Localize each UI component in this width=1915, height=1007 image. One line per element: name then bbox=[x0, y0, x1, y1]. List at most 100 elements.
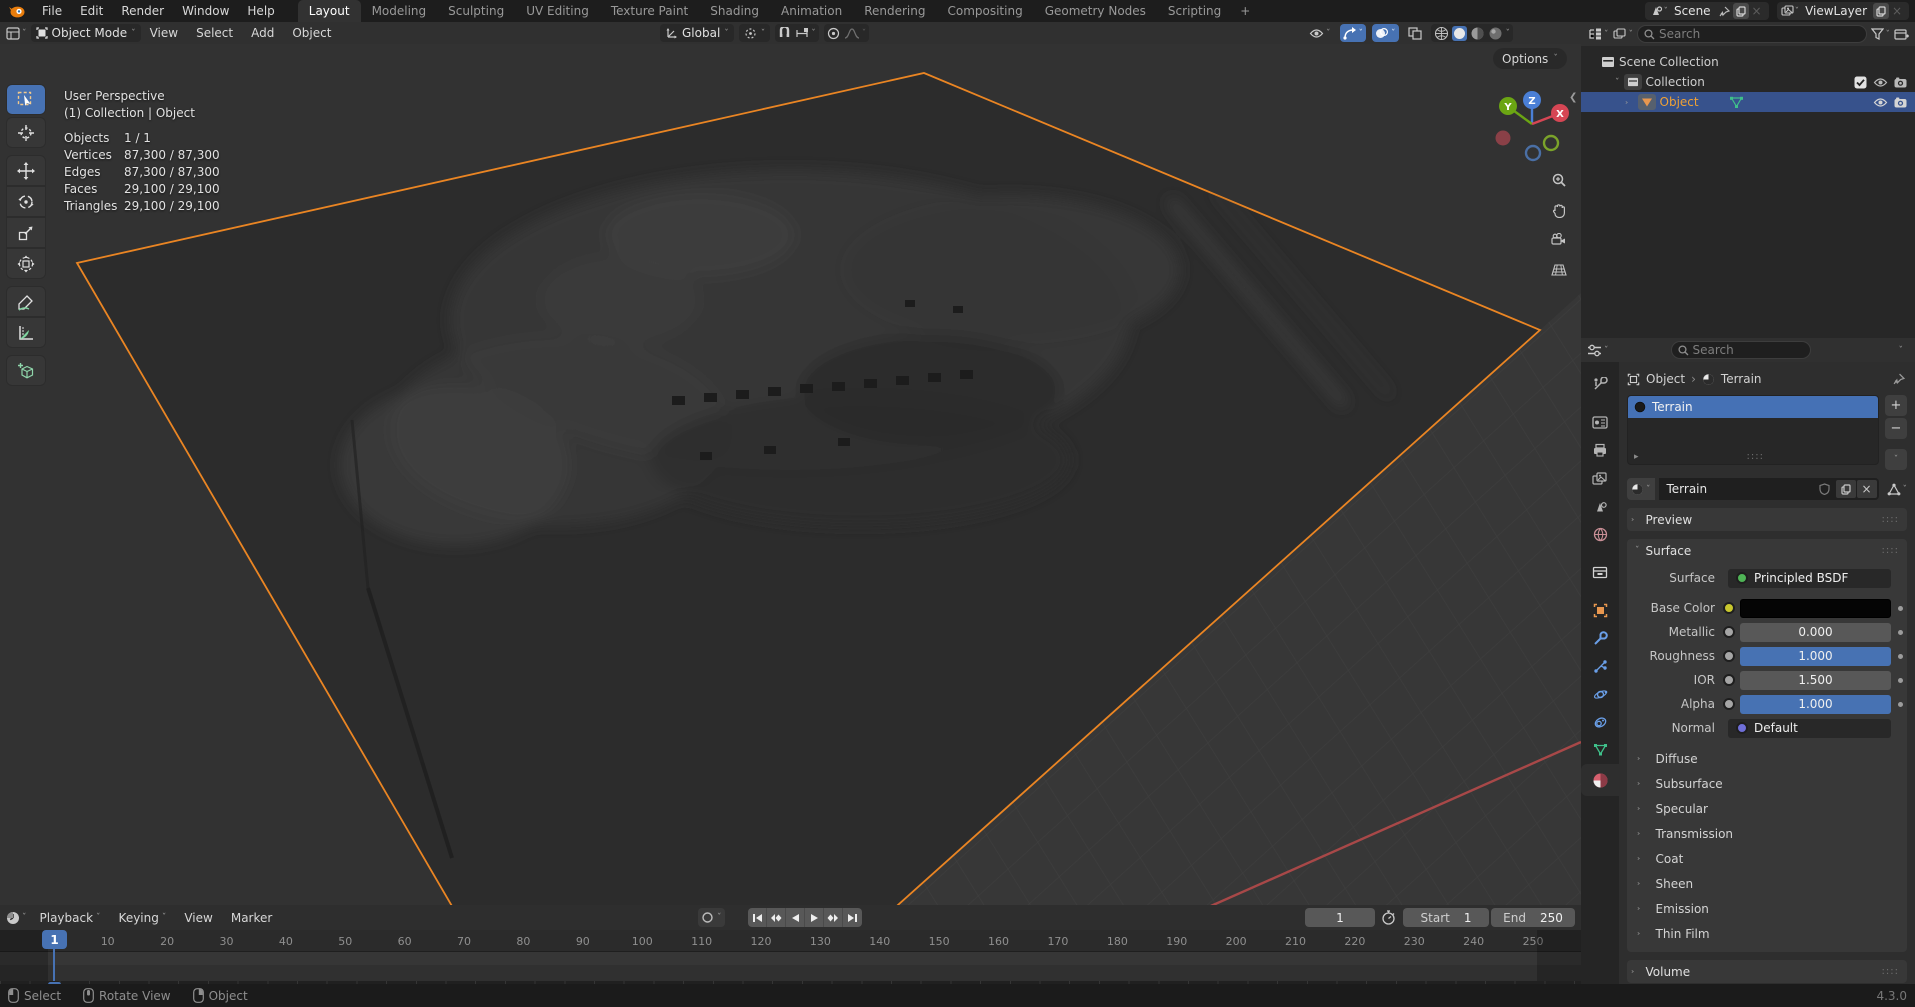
scale-tool[interactable] bbox=[6, 217, 46, 248]
outliner-search[interactable] bbox=[1637, 25, 1867, 43]
add-workspace-button[interactable]: + bbox=[1232, 4, 1258, 18]
subsection-header[interactable]: ˇ Diffuse bbox=[1627, 746, 1907, 771]
checkbox-icon[interactable] bbox=[1854, 76, 1867, 89]
view-menu[interactable]: View bbox=[141, 22, 187, 44]
chevron-down-icon[interactable]: ˇ bbox=[717, 914, 722, 923]
add-cube-tool[interactable] bbox=[6, 355, 46, 386]
slot-expand-icon[interactable]: ▸ bbox=[1634, 452, 1639, 462]
toggle-perspective-button[interactable] bbox=[1547, 258, 1571, 282]
play-button[interactable] bbox=[805, 908, 824, 927]
tab-constraints[interactable] bbox=[1581, 708, 1619, 736]
delete-viewlayer-button[interactable]: × bbox=[1889, 3, 1905, 19]
frame-end-field[interactable]: End250 bbox=[1491, 908, 1575, 927]
play-reverse-button[interactable] bbox=[786, 908, 805, 927]
object-menu[interactable]: Object bbox=[283, 22, 340, 44]
next-keyframe-button[interactable] bbox=[824, 908, 843, 927]
camera-view-button[interactable] bbox=[1547, 228, 1571, 252]
metallic-slider[interactable]: 0.000 bbox=[1740, 623, 1891, 642]
copy-datablock-icon[interactable] bbox=[1836, 480, 1856, 498]
select-menu[interactable]: Select bbox=[187, 22, 242, 44]
decorator-dot[interactable] bbox=[1898, 678, 1903, 683]
ior-field[interactable]: 1.500 bbox=[1740, 671, 1891, 690]
panel-grip[interactable]: :::: bbox=[1882, 514, 1899, 525]
annotate-tool[interactable] bbox=[6, 286, 46, 317]
roughness-slider[interactable]: 1.000 bbox=[1740, 647, 1891, 666]
outliner-row-collection[interactable]: ˇ Collection bbox=[1581, 72, 1915, 92]
material-slot-row[interactable]: Terrain bbox=[1628, 396, 1878, 418]
gizmos-toggle[interactable]: ˇ bbox=[1340, 24, 1367, 42]
topbar-menu-item[interactable]: Edit bbox=[71, 0, 112, 22]
delete-scene-button[interactable]: × bbox=[1749, 3, 1765, 19]
surface-panel-header[interactable]: ˇ Surface :::: bbox=[1627, 539, 1907, 562]
shading-solid-button[interactable] bbox=[1452, 26, 1467, 41]
subsection-header[interactable]: ˇ Thin Film bbox=[1627, 921, 1907, 946]
playhead-current-frame[interactable]: 1 bbox=[42, 930, 67, 949]
timeline-ruler[interactable]: 1020304050607080901001101201301401501601… bbox=[0, 930, 1581, 952]
browse-material-button[interactable]: ˇ bbox=[1627, 478, 1655, 500]
snap-target-dropdown[interactable]: ˇ bbox=[795, 28, 816, 39]
transform-tool[interactable] bbox=[6, 248, 46, 279]
subsection-header[interactable]: ˇ Emission bbox=[1627, 896, 1907, 921]
stopwatch-icon[interactable] bbox=[1381, 910, 1396, 925]
topbar-menu-item[interactable]: Help bbox=[238, 0, 283, 22]
editor-type-button[interactable]: ˇ bbox=[0, 27, 31, 40]
unlink-x-icon[interactable]: × bbox=[1857, 480, 1877, 498]
subsection-header[interactable]: ˇ Subsurface bbox=[1627, 771, 1907, 796]
tab-world[interactable] bbox=[1581, 520, 1619, 548]
playback-menu[interactable]: Playbackˇ bbox=[31, 911, 110, 925]
viewlayer-name[interactable]: ViewLayer bbox=[1805, 4, 1867, 18]
timeline-editor-type-button[interactable]: ˇ bbox=[0, 911, 31, 925]
tab-collection[interactable] bbox=[1581, 558, 1619, 586]
navigation-gizmo[interactable]: Z Y X bbox=[1495, 88, 1575, 168]
tab-physics[interactable] bbox=[1581, 680, 1619, 708]
jump-to-end-button[interactable] bbox=[843, 908, 862, 927]
add-menu[interactable]: Add bbox=[242, 22, 283, 44]
alpha-slider[interactable]: 1.000 bbox=[1740, 695, 1891, 714]
jump-to-start-button[interactable] bbox=[748, 908, 767, 927]
shading-material-button[interactable] bbox=[1470, 26, 1485, 41]
hide-eye-icon[interactable] bbox=[1873, 97, 1888, 108]
decorator-dot[interactable] bbox=[1898, 606, 1903, 611]
cursor-tool[interactable] bbox=[6, 117, 46, 148]
workspace-tab[interactable]: UV Editing bbox=[515, 0, 600, 22]
shading-wireframe-button[interactable] bbox=[1434, 26, 1449, 41]
viewport-canvas[interactable] bbox=[0, 44, 1581, 905]
outliner-filter-button[interactable]: ˇ bbox=[1871, 28, 1891, 40]
shading-rendered-button[interactable] bbox=[1488, 26, 1503, 41]
panel-preview[interactable]: ˇ Preview :::: bbox=[1627, 508, 1907, 531]
fake-user-shield-icon[interactable] bbox=[1815, 480, 1835, 498]
playhead-line[interactable] bbox=[53, 949, 55, 981]
workspace-tab[interactable]: Rendering bbox=[853, 0, 936, 22]
pin-icon[interactable] bbox=[1717, 3, 1733, 19]
decorator-dot[interactable] bbox=[1898, 654, 1903, 659]
auto-key-record-button[interactable] bbox=[701, 911, 714, 924]
blender-logo-icon[interactable] bbox=[0, 5, 33, 18]
marker-menu[interactable]: Marker bbox=[222, 911, 281, 925]
workspace-tab[interactable]: Scripting bbox=[1157, 0, 1232, 22]
falloff-dropdown[interactable]: ˇ bbox=[844, 28, 867, 39]
new-viewlayer-button[interactable] bbox=[1873, 3, 1889, 19]
frame-start-field[interactable]: Start1 bbox=[1403, 908, 1489, 927]
scene-name[interactable]: Scene bbox=[1674, 4, 1711, 18]
shading-dropdown[interactable]: ˇ bbox=[1506, 30, 1511, 39]
expand-chevron-icon[interactable]: ˇ bbox=[1627, 100, 1636, 105]
timeline-view-menu[interactable]: View bbox=[175, 911, 221, 925]
tab-view-layer[interactable] bbox=[1581, 464, 1619, 492]
disable-render-camera-icon[interactable] bbox=[1894, 77, 1907, 88]
panel-grip[interactable]: :::: bbox=[1882, 966, 1899, 977]
tab-output[interactable] bbox=[1581, 436, 1619, 464]
properties-search-input[interactable] bbox=[1693, 343, 1789, 357]
outliner-display-mode-button[interactable]: ˇ bbox=[1613, 28, 1634, 40]
options-dropdown[interactable]: Options ˇ bbox=[1493, 48, 1567, 69]
subsection-header[interactable]: ˇ Coat bbox=[1627, 846, 1907, 871]
workspace-tab[interactable]: Compositing bbox=[936, 0, 1033, 22]
workspace-tab[interactable]: Shading bbox=[699, 0, 770, 22]
move-tool[interactable] bbox=[6, 155, 46, 186]
pan-hand-button[interactable] bbox=[1547, 198, 1571, 222]
snap-toggle[interactable] bbox=[778, 27, 791, 40]
viewlayer-selector[interactable]: ˇ ViewLayer × bbox=[1777, 2, 1909, 20]
scene-selector[interactable]: ˇ Scene × bbox=[1645, 2, 1768, 20]
normal-dropdown[interactable]: Default bbox=[1728, 719, 1891, 738]
slot-specials-button[interactable]: ˇ bbox=[1885, 449, 1907, 470]
outliner-row-scene-collection[interactable]: Scene Collection bbox=[1581, 52, 1915, 72]
